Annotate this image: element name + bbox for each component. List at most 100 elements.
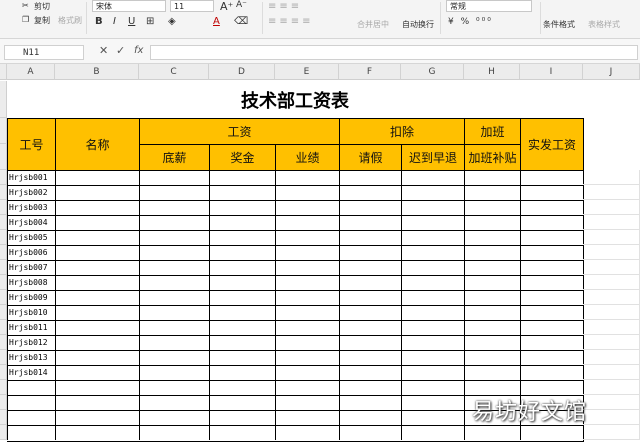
table-cell[interactable] [401,200,464,215]
table-cell[interactable] [464,335,520,350]
border-icon[interactable]: ⊞ [146,16,154,27]
table-cell[interactable] [275,260,339,275]
table-cell[interactable] [520,335,584,350]
table-cell[interactable] [339,170,401,185]
table-cell[interactable] [520,380,584,395]
underline-button[interactable]: U [128,16,135,27]
empty-cell[interactable] [583,425,640,440]
number-format-select[interactable]: 常规 [446,0,532,12]
table-cell[interactable] [464,260,520,275]
employee-id-cell[interactable]: Hrjsb005 [7,230,55,245]
table-cell[interactable] [464,290,520,305]
table-cell[interactable] [275,410,339,425]
table-cell[interactable] [401,380,464,395]
row-header[interactable] [0,260,7,275]
empty-cell[interactable] [583,200,640,215]
table-cell[interactable] [339,395,401,410]
employee-id-cell[interactable]: Hrjsb008 [7,275,55,290]
align-horizontal-icons[interactable]: ≡≡≡≡ [268,16,314,27]
table-cell[interactable] [520,200,584,215]
row-header[interactable] [0,320,7,335]
row-header[interactable] [0,185,7,200]
table-cell[interactable] [464,275,520,290]
table-cell[interactable] [55,320,139,335]
table-cell[interactable] [339,380,401,395]
decrease-font-icon[interactable]: A⁻ [236,0,247,10]
table-cell[interactable] [275,185,339,200]
table-cell[interactable] [55,365,139,380]
table-cell[interactable] [209,365,275,380]
empty-cell[interactable] [583,215,640,230]
table-cell[interactable] [275,230,339,245]
employee-id-cell[interactable]: Hrjsb013 [7,350,55,365]
empty-cell[interactable] [583,275,640,290]
employee-id-cell[interactable]: Hrjsb010 [7,305,55,320]
table-cell[interactable] [339,275,401,290]
table-cell[interactable] [7,380,55,395]
employee-id-cell[interactable]: Hrjsb003 [7,200,55,215]
table-cell[interactable] [464,200,520,215]
table-cell[interactable] [275,350,339,365]
table-cell[interactable] [209,215,275,230]
employee-id-cell[interactable]: Hrjsb012 [7,335,55,350]
conditional-format-button[interactable]: 条件格式 [543,19,575,30]
table-cell[interactable] [520,215,584,230]
table-cell[interactable] [55,335,139,350]
table-cell[interactable] [275,365,339,380]
table-cell[interactable] [275,380,339,395]
table-cell[interactable] [275,170,339,185]
row-header[interactable] [0,200,7,215]
eraser-icon[interactable]: ⌫ [234,16,248,27]
row-header[interactable] [0,365,7,380]
table-cell[interactable] [275,425,339,440]
table-cell[interactable] [464,245,520,260]
table-cell[interactable] [401,185,464,200]
column-header-d[interactable]: D [209,64,275,80]
table-cell[interactable] [520,350,584,365]
employee-id-cell[interactable]: Hrjsb001 [7,170,55,185]
table-cell[interactable] [55,215,139,230]
table-cell[interactable] [464,185,520,200]
column-header-j[interactable]: J [583,64,640,80]
table-cell[interactable] [464,365,520,380]
table-cell[interactable] [339,335,401,350]
empty-cell[interactable] [583,380,640,395]
table-cell[interactable] [464,380,520,395]
table-cell[interactable] [209,350,275,365]
table-cell[interactable] [55,395,139,410]
table-cell[interactable] [7,395,55,410]
table-cell[interactable] [275,335,339,350]
table-cell[interactable] [339,320,401,335]
table-cell[interactable] [55,260,139,275]
cut-icon[interactable]: ✂ [22,1,29,10]
insert-function-icon[interactable]: fx [134,45,143,56]
table-cell[interactable] [401,410,464,425]
table-cell[interactable] [139,230,209,245]
table-cell[interactable] [520,305,584,320]
header-id[interactable]: 工号 [7,118,55,170]
table-cell[interactable] [275,275,339,290]
header-performance[interactable]: 业绩 [275,144,339,170]
table-cell[interactable] [275,215,339,230]
font-color-button[interactable]: A [213,16,220,27]
table-cell[interactable] [139,320,209,335]
column-header-f[interactable]: F [339,64,401,80]
row-header[interactable] [0,290,7,305]
table-cell[interactable] [55,275,139,290]
select-all-corner[interactable] [0,64,7,80]
row-header[interactable] [0,144,7,170]
table-cell[interactable] [139,335,209,350]
table-cell[interactable] [520,245,584,260]
table-cell[interactable] [55,230,139,245]
table-cell[interactable] [209,380,275,395]
header-base[interactable]: 底薪 [139,144,209,170]
employee-id-cell[interactable]: Hrjsb014 [7,365,55,380]
table-cell[interactable] [339,245,401,260]
table-cell[interactable] [209,335,275,350]
table-cell[interactable] [139,410,209,425]
table-cell[interactable] [139,275,209,290]
table-cell[interactable] [275,290,339,305]
table-cell[interactable] [209,395,275,410]
employee-id-cell[interactable]: Hrjsb004 [7,215,55,230]
table-cell[interactable] [7,410,55,425]
